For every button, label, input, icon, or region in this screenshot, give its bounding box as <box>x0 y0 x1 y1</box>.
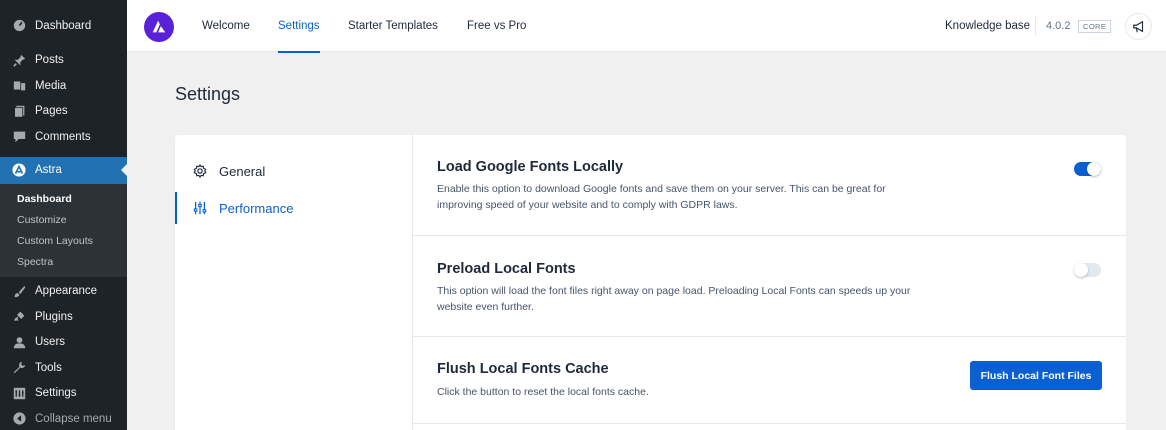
sidebar-item-posts[interactable]: Posts <box>0 48 127 74</box>
setting-title: Load Google Fonts Locally <box>437 159 624 175</box>
subnav-item-general[interactable]: General <box>175 153 413 189</box>
knowledge-base-link[interactable]: Knowledge base <box>945 0 1030 52</box>
flush-local-font-files-button[interactable]: Flush Local Font Files <box>970 361 1102 390</box>
settings-icon <box>12 386 26 400</box>
sidebar-item-label: Comments <box>35 130 91 143</box>
subnav-label: General <box>219 163 266 179</box>
sidebar-item-appearance[interactable]: Appearance <box>0 279 127 305</box>
astra-submenu: Dashboard Customize Custom Layouts Spect… <box>0 183 127 277</box>
sidebar-item-pages[interactable]: Pages <box>0 99 127 125</box>
settings-panel: General Performance Load Google Fonts Lo… <box>175 135 1126 430</box>
sidebar-item-comments[interactable]: Comments <box>0 124 127 150</box>
brush-icon <box>12 284 26 298</box>
sidebar-item-settings[interactable]: Settings <box>0 381 127 407</box>
sidebar-item-media[interactable]: Media <box>0 73 127 99</box>
sidebar-item-label: Appearance <box>35 285 98 298</box>
load-fonts-locally-toggle[interactable] <box>1074 162 1101 176</box>
megaphone-icon <box>1132 20 1146 34</box>
submenu-item-custom-layouts[interactable]: Custom Layouts <box>0 231 127 252</box>
astra-icon <box>12 163 26 177</box>
submenu-item-dashboard[interactable]: Dashboard <box>0 189 127 210</box>
tab-starter-templates[interactable]: Starter Templates <box>348 0 438 52</box>
sidebar-item-dashboard[interactable]: Dashboard <box>0 13 127 39</box>
collapse-arrow-icon <box>12 412 26 426</box>
setting-description: Click the button to reset the local font… <box>437 386 649 398</box>
wp-admin-sidebar: Dashboard Posts Media Pages Comments Ast… <box>0 0 127 430</box>
sidebar-item-label: Astra <box>35 164 62 176</box>
pages-icon <box>12 104 26 118</box>
setting-description: Enable this option to download Google fo… <box>437 183 886 211</box>
whats-new-button[interactable] <box>1125 13 1152 40</box>
sidebar-item-label: Dashboard <box>35 19 92 32</box>
setting-description: This option will load the font files rig… <box>437 285 911 313</box>
sidebar-item-label: Settings <box>35 387 77 400</box>
comment-icon <box>12 130 26 144</box>
sidebar-item-label: Tools <box>35 361 62 374</box>
sidebar-item-label: Plugins <box>35 310 73 323</box>
sidebar-item-label: Users <box>35 336 66 349</box>
plugin-icon <box>12 310 26 324</box>
subnav-label: Performance <box>219 200 294 216</box>
page-title: Settings <box>175 84 241 104</box>
setting-title: Preload Local Fonts <box>437 261 576 277</box>
tab-welcome[interactable]: Welcome <box>202 0 250 52</box>
sliders-icon <box>193 201 207 215</box>
submenu-item-customize[interactable]: Customize <box>0 210 127 231</box>
sidebar-item-label: Media <box>35 79 67 92</box>
setting-preload-local-fonts: Preload Local Fonts This option will loa… <box>413 236 1126 337</box>
setting-load-google-fonts-locally: Load Google Fonts Locally Enable this op… <box>413 135 1126 236</box>
pushpin-icon <box>12 53 26 67</box>
sidebar-item-astra[interactable]: Astra <box>0 156 127 184</box>
setting-flush-local-fonts-cache: Flush Local Fonts Cache Click the button… <box>413 337 1126 424</box>
media-icon <box>12 79 26 93</box>
astra-topbar: Welcome Settings Starter Templates Free … <box>127 0 1166 53</box>
sidebar-item-plugins[interactable]: Plugins <box>0 304 127 330</box>
version-number: 4.0.2 <box>1046 20 1071 32</box>
gear-icon <box>193 164 207 178</box>
preload-local-fonts-toggle[interactable] <box>1074 263 1101 277</box>
settings-subnav: General Performance <box>175 135 413 430</box>
dashboard-icon <box>12 19 26 33</box>
subnav-item-performance[interactable]: Performance <box>175 190 413 226</box>
wrench-icon <box>12 361 26 375</box>
core-badge: CORE <box>1078 20 1112 33</box>
users-icon <box>12 335 26 349</box>
sidebar-item-users[interactable]: Users <box>0 330 127 356</box>
collapse-menu-button[interactable]: Collapse menu <box>0 406 127 430</box>
sidebar-item-label: Posts <box>35 54 64 67</box>
tab-settings[interactable]: Settings <box>278 0 320 53</box>
sidebar-item-tools[interactable]: Tools <box>0 355 127 381</box>
astra-logo[interactable] <box>144 12 174 42</box>
sidebar-item-label: Pages <box>35 105 68 118</box>
setting-title: Flush Local Fonts Cache <box>437 361 609 377</box>
collapse-menu-label: Collapse menu <box>35 412 112 425</box>
divider <box>1035 17 1036 36</box>
tab-free-vs-pro[interactable]: Free vs Pro <box>467 0 526 52</box>
submenu-item-spectra[interactable]: Spectra <box>0 252 127 273</box>
